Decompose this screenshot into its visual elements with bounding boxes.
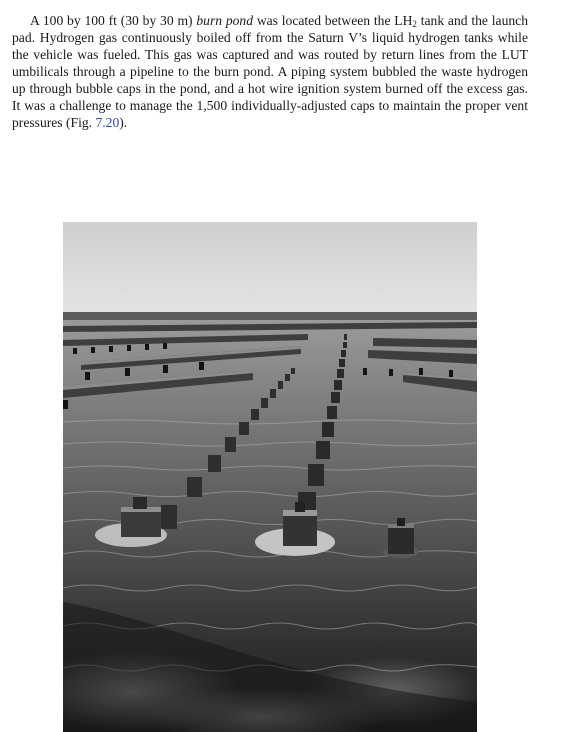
sentence-5-lead: It was a challenge to manage the 1,500 i…	[12, 98, 528, 130]
burn-pond-photograph	[63, 222, 477, 732]
sentence-1-rest: was located between the LH	[253, 13, 413, 28]
body-paragraph: A 100 by 100 ft (30 by 30 m) burn pond w…	[12, 12, 528, 131]
foreground-cap-right	[383, 518, 419, 558]
sky	[63, 222, 477, 314]
sentence-1-lead: A 100 by 100 ft (30 by 30 m)	[30, 13, 197, 28]
document-page: A 100 by 100 ft (30 by 30 m) burn pond w…	[0, 0, 571, 732]
sentence-5-tail: ).	[119, 115, 128, 130]
figure-reference-link[interactable]: 7.20	[95, 115, 119, 130]
photo-illustration	[63, 222, 477, 732]
burn-pond-term: burn pond	[196, 13, 254, 28]
